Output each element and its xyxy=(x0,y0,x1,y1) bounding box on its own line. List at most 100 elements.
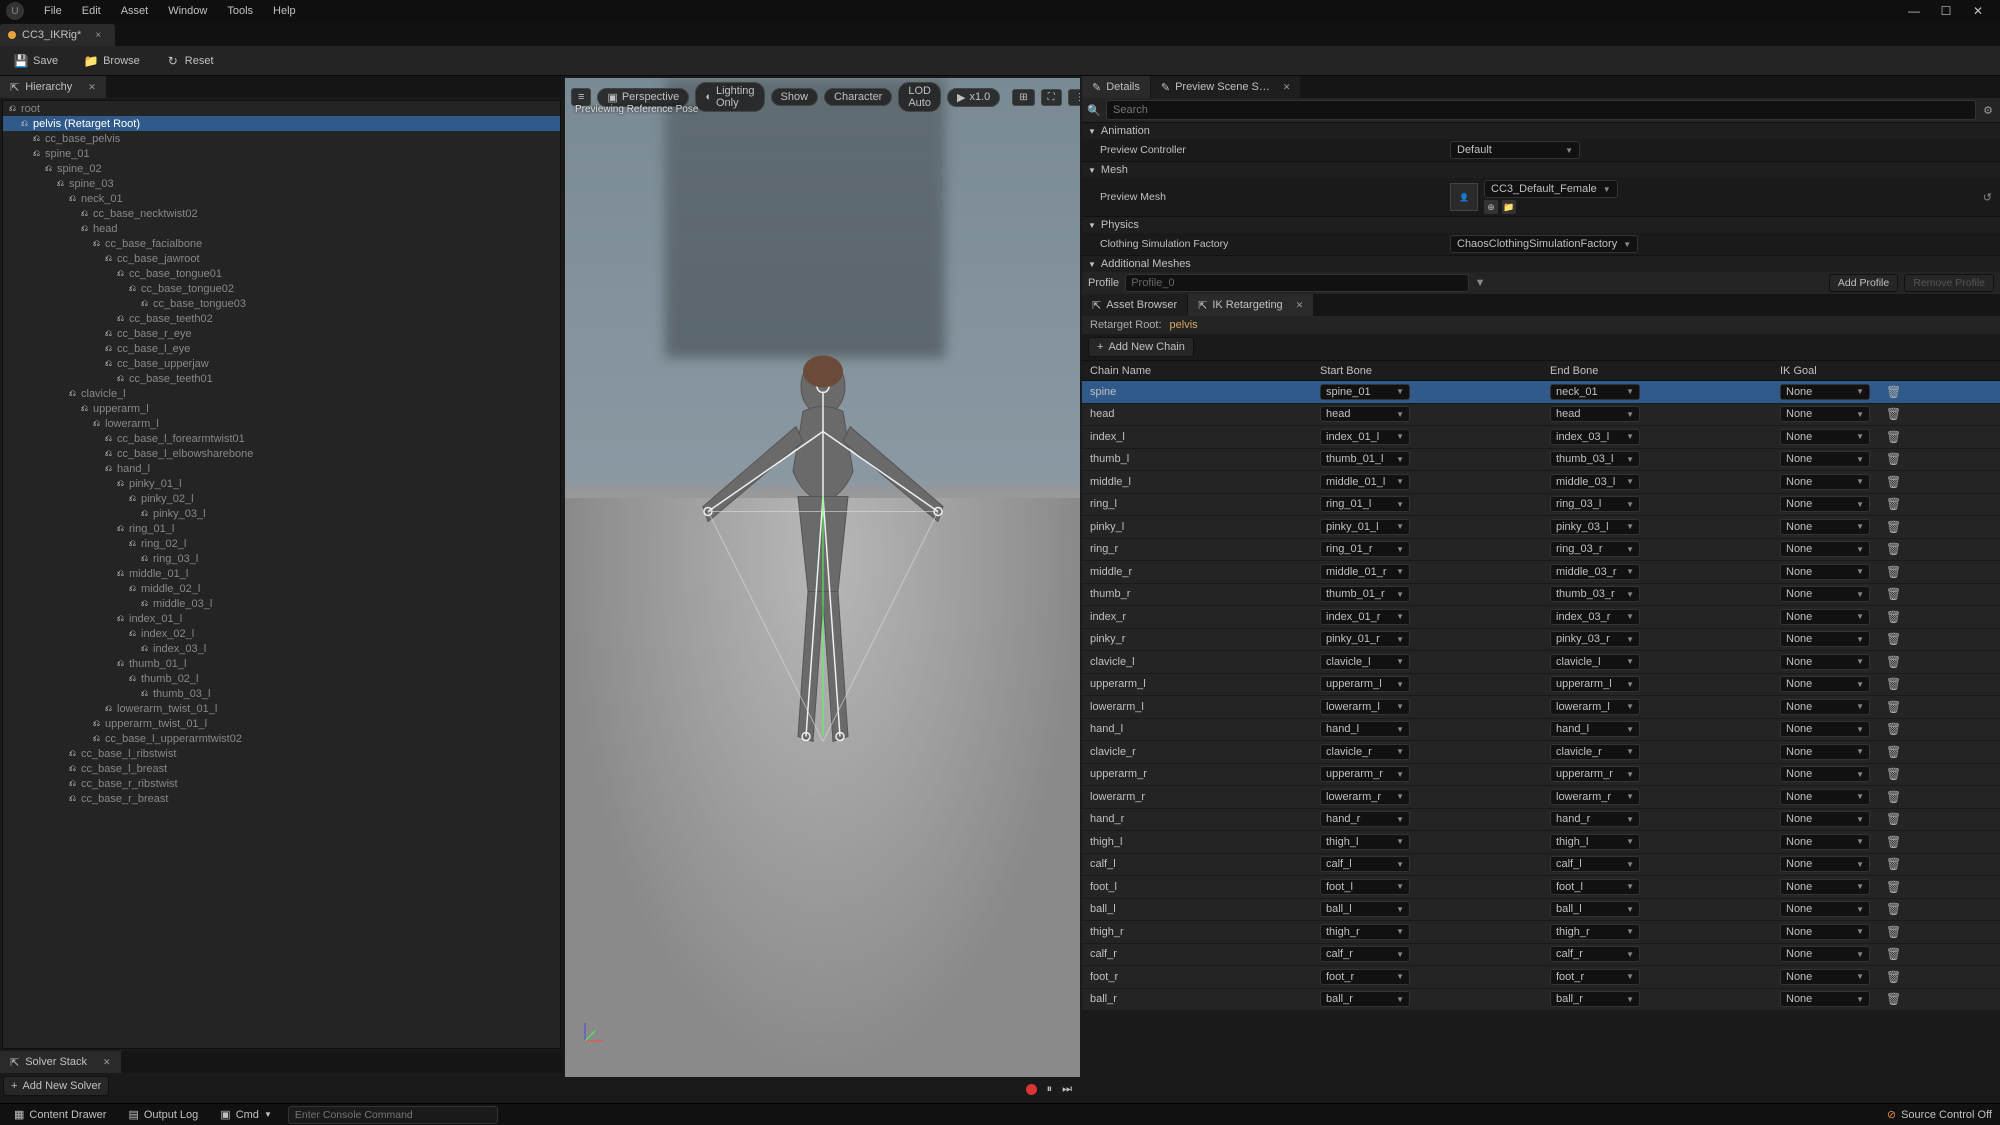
remove-profile-button[interactable]: Remove Profile xyxy=(1904,274,1994,292)
viewport[interactable]: ≡ ▣Perspective ◐Lighting Only Show Chara… xyxy=(565,78,1080,1077)
menu-edit[interactable]: Edit xyxy=(72,5,111,17)
bone-dropdown[interactable]: clavicle_l▼ xyxy=(1550,654,1640,670)
bone-node[interactable]: ⎌index_01_l xyxy=(3,611,560,626)
chain-row[interactable]: clavicle_rclavicle_r▼clavicle_r▼None▼🗑 xyxy=(1082,741,2000,764)
bone-dropdown[interactable]: None▼ xyxy=(1780,901,1870,917)
bone-node[interactable]: ⎌ring_03_l xyxy=(3,551,560,566)
asset-browser-tab[interactable]: ⇱Asset Browser xyxy=(1082,294,1187,316)
pause-button[interactable]: ⏸ xyxy=(1047,1083,1053,1096)
bone-dropdown[interactable]: hand_r▼ xyxy=(1320,811,1410,827)
bone-dropdown[interactable]: hand_l▼ xyxy=(1550,721,1640,737)
ik-retargeting-tab[interactable]: ⇱IK Retargeting✕ xyxy=(1188,294,1313,316)
bone-dropdown[interactable]: None▼ xyxy=(1780,474,1870,490)
delete-chain-icon[interactable]: 🗑 xyxy=(1886,857,1901,871)
bone-node[interactable]: ⎌hand_l xyxy=(3,461,560,476)
bone-node[interactable]: ⎌neck_01 xyxy=(3,191,560,206)
bone-dropdown[interactable]: ring_01_r▼ xyxy=(1320,541,1410,557)
chain-row[interactable]: thumb_rthumb_01_r▼thumb_03_r▼None▼🗑 xyxy=(1082,584,2000,607)
character-button[interactable]: Character xyxy=(824,88,892,106)
bone-dropdown[interactable]: lowerarm_l▼ xyxy=(1320,699,1410,715)
bone-dropdown[interactable]: None▼ xyxy=(1780,429,1870,445)
bone-node[interactable]: ⎌middle_01_l xyxy=(3,566,560,581)
bone-dropdown[interactable]: None▼ xyxy=(1780,856,1870,872)
bone-dropdown[interactable]: foot_l▼ xyxy=(1320,879,1410,895)
bone-node[interactable]: ⎌cc_base_tongue03 xyxy=(3,296,560,311)
chain-row[interactable]: spinespine_01▼neck_01▼None▼🗑 xyxy=(1082,381,2000,404)
bone-dropdown[interactable]: clavicle_l▼ xyxy=(1320,654,1410,670)
bone-dropdown[interactable]: None▼ xyxy=(1780,384,1870,400)
bone-dropdown[interactable]: None▼ xyxy=(1780,541,1870,557)
bone-node[interactable]: ⎌middle_02_l xyxy=(3,581,560,596)
bone-dropdown[interactable]: None▼ xyxy=(1780,766,1870,782)
bone-dropdown[interactable]: thigh_l▼ xyxy=(1320,834,1410,850)
delete-chain-icon[interactable]: 🗑 xyxy=(1886,655,1901,669)
bone-dropdown[interactable]: ball_l▼ xyxy=(1320,901,1410,917)
bone-node[interactable]: ⎌spine_02 xyxy=(3,161,560,176)
bone-dropdown[interactable]: spine_01▼ xyxy=(1320,384,1410,400)
bone-dropdown[interactable]: None▼ xyxy=(1780,676,1870,692)
bone-dropdown[interactable]: ring_01_l▼ xyxy=(1320,496,1410,512)
menu-help[interactable]: Help xyxy=(263,5,306,17)
bone-node[interactable]: ⎌thumb_01_l xyxy=(3,656,560,671)
bone-node[interactable]: ⎌cc_base_upperjaw xyxy=(3,356,560,371)
bone-dropdown[interactable]: upperarm_r▼ xyxy=(1550,766,1640,782)
bone-dropdown[interactable]: ring_03_r▼ xyxy=(1550,541,1640,557)
chain-row[interactable]: hand_rhand_r▼hand_r▼None▼🗑 xyxy=(1082,809,2000,832)
menu-window[interactable]: Window xyxy=(158,5,217,17)
bone-dropdown[interactable]: None▼ xyxy=(1780,451,1870,467)
bone-node[interactable]: ⎌head xyxy=(3,221,560,236)
viewport-expand-button[interactable]: ⛶ xyxy=(1041,89,1062,106)
details-tab[interactable]: ✎Details xyxy=(1082,76,1150,98)
bone-node[interactable]: ⎌pinky_02_l xyxy=(3,491,560,506)
bone-dropdown[interactable]: None▼ xyxy=(1780,654,1870,670)
add-new-chain-button[interactable]: +Add New Chain xyxy=(1088,337,1194,357)
bone-node[interactable]: ⎌thumb_02_l xyxy=(3,671,560,686)
bone-dropdown[interactable]: middle_01_l▼ xyxy=(1320,474,1410,490)
bone-dropdown[interactable]: upperarm_r▼ xyxy=(1320,766,1410,782)
bone-dropdown[interactable]: thumb_03_r▼ xyxy=(1550,586,1640,602)
bone-dropdown[interactable]: None▼ xyxy=(1780,811,1870,827)
bone-dropdown[interactable]: None▼ xyxy=(1780,519,1870,535)
solver-stack-tab[interactable]: ⇱ Solver Stack ✕ xyxy=(0,1051,121,1073)
bone-dropdown[interactable]: upperarm_l▼ xyxy=(1550,676,1640,692)
close-icon[interactable]: ✕ xyxy=(1283,82,1291,93)
bone-dropdown[interactable]: None▼ xyxy=(1780,946,1870,962)
chain-row[interactable]: foot_lfoot_l▼foot_l▼None▼🗑 xyxy=(1082,876,2000,899)
chain-row[interactable]: ring_rring_01_r▼ring_03_r▼None▼🗑 xyxy=(1082,539,2000,562)
bone-node[interactable]: ⎌cc_base_teeth02 xyxy=(3,311,560,326)
chain-row[interactable]: headhead▼head▼None▼🗑 xyxy=(1082,404,2000,427)
bone-node[interactable]: ⎌cc_base_l_elbowsharebone xyxy=(3,446,560,461)
close-icon[interactable]: ✕ xyxy=(1296,300,1304,311)
bone-dropdown[interactable]: pinky_03_r▼ xyxy=(1550,631,1640,647)
reset-prop-icon[interactable]: ↺ xyxy=(1983,191,1992,204)
delete-chain-icon[interactable]: 🗑 xyxy=(1886,542,1901,556)
console-input[interactable] xyxy=(288,1106,498,1124)
chain-row[interactable]: upperarm_rupperarm_r▼upperarm_r▼None▼🗑 xyxy=(1082,764,2000,787)
delete-chain-icon[interactable]: 🗑 xyxy=(1886,610,1901,624)
chain-row[interactable]: hand_lhand_l▼hand_l▼None▼🗑 xyxy=(1082,719,2000,742)
bone-dropdown[interactable]: lowerarm_l▼ xyxy=(1550,699,1640,715)
delete-chain-icon[interactable]: 🗑 xyxy=(1886,520,1901,534)
delete-chain-icon[interactable]: 🗑 xyxy=(1886,790,1901,804)
bone-dropdown[interactable]: None▼ xyxy=(1780,586,1870,602)
chain-row[interactable]: lowerarm_rlowerarm_r▼lowerarm_r▼None▼🗑 xyxy=(1082,786,2000,809)
chain-row[interactable]: middle_lmiddle_01_l▼middle_03_l▼None▼🗑 xyxy=(1082,471,2000,494)
app-logo-icon[interactable]: U xyxy=(6,2,24,20)
chain-row[interactable]: thumb_lthumb_01_l▼thumb_03_l▼None▼🗑 xyxy=(1082,449,2000,472)
physics-section-header[interactable]: ▼Physics xyxy=(1082,217,2000,233)
lod-button[interactable]: LOD Auto xyxy=(898,82,941,112)
window-minimize-icon[interactable]: — xyxy=(1906,4,1922,18)
bone-dropdown[interactable]: middle_03_l▼ xyxy=(1550,474,1640,490)
bone-dropdown[interactable]: head▼ xyxy=(1320,406,1410,422)
bone-dropdown[interactable]: None▼ xyxy=(1780,744,1870,760)
content-drawer-button[interactable]: ▦Content Drawer xyxy=(8,1106,112,1123)
window-close-icon[interactable]: ✕ xyxy=(1970,4,1986,18)
additional-meshes-header[interactable]: ▼Additional Meshes xyxy=(1082,256,2000,272)
bone-dropdown[interactable]: lowerarm_r▼ xyxy=(1320,789,1410,805)
bone-node[interactable]: ⎌cc_base_necktwist02 xyxy=(3,206,560,221)
delete-chain-icon[interactable]: 🗑 xyxy=(1886,632,1901,646)
chain-row[interactable]: index_lindex_01_l▼index_03_l▼None▼🗑 xyxy=(1082,426,2000,449)
bone-dropdown[interactable]: None▼ xyxy=(1780,699,1870,715)
bone-node[interactable]: ⎌cc_base_facialbone xyxy=(3,236,560,251)
bone-node[interactable]: ⎌pinky_01_l xyxy=(3,476,560,491)
